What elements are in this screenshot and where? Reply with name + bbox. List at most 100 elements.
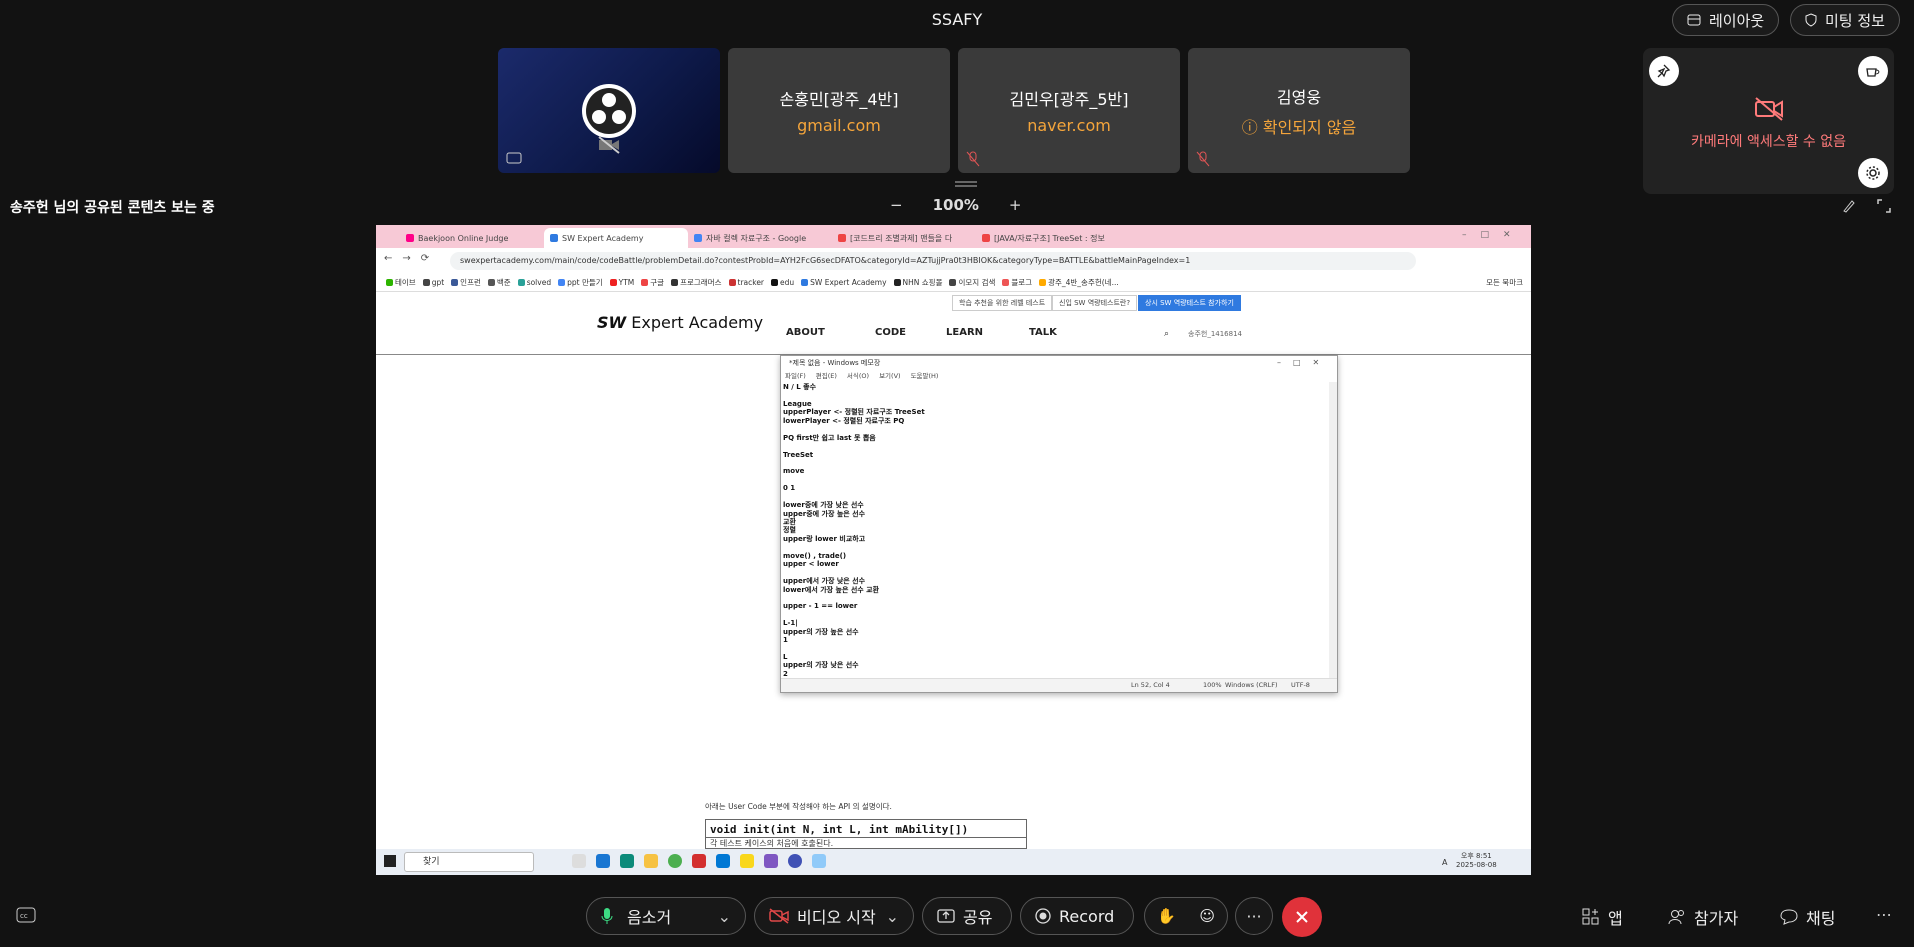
participants-button[interactable]: 참가자 xyxy=(1668,905,1738,929)
chrome-icon[interactable] xyxy=(668,854,682,868)
notepad-window[interactable]: *제목 없음 - Windows 메모장 –□✕ 파일(F) 편집(E) 서식(O)… xyxy=(780,355,1338,693)
pin-button[interactable] xyxy=(1649,56,1679,86)
emoji-icon[interactable]: ☺ xyxy=(1199,907,1215,925)
bookmark-item[interactable]: edu xyxy=(771,278,794,287)
fullscreen-icon[interactable] xyxy=(1877,199,1891,213)
bookmark-item[interactable]: 프로그래머스 xyxy=(671,277,722,288)
notepad-window-controls[interactable]: –□✕ xyxy=(1277,358,1331,367)
api-signature: void init(int N, int L, int mAbility[]) xyxy=(710,823,969,836)
taskbar-search[interactable]: 찾기 xyxy=(404,852,534,872)
share-button[interactable]: 공유 xyxy=(922,897,1012,935)
search-icon[interactable]: ⌕ xyxy=(1164,329,1169,339)
menu-code[interactable]: CODE xyxy=(875,327,906,338)
share-screen-icon xyxy=(506,152,522,164)
notepad-taskbar-icon[interactable] xyxy=(812,854,826,868)
apps-button[interactable]: 앱 xyxy=(1582,905,1623,929)
app-icon[interactable] xyxy=(692,854,706,868)
browser-tab[interactable]: [JAVA/자료구조] TreeSet : 정보 xyxy=(976,228,1120,248)
notepad-line: L xyxy=(783,653,788,661)
bookmark-item[interactable]: gpt xyxy=(422,278,444,287)
settings-button[interactable] xyxy=(1858,158,1888,188)
bookmark-item[interactable]: 백준 xyxy=(487,277,511,288)
taskview-icon[interactable] xyxy=(572,854,586,868)
vscode-icon[interactable] xyxy=(716,854,730,868)
kakaotalk-icon[interactable] xyxy=(740,854,754,868)
notice-level-test[interactable]: 학습 추천을 위한 레벨 테스트 xyxy=(952,295,1053,311)
record-button[interactable]: Record xyxy=(1020,897,1134,935)
zoom-out-button[interactable]: − xyxy=(890,196,903,214)
all-bookmarks-button[interactable]: 모든 북마크 xyxy=(1486,277,1531,288)
bookmark-item[interactable]: NHN 쇼핑몰 xyxy=(893,277,942,288)
taskbar-clock[interactable]: 오후 8:51 2025-08-08 xyxy=(1456,851,1497,869)
bookmark-item[interactable]: SW Expert Academy xyxy=(801,278,887,287)
chevron-down-icon[interactable]: ⌄ xyxy=(886,907,899,926)
chevron-down-icon[interactable]: ⌄ xyxy=(718,907,731,926)
mute-button[interactable]: 음소거 ⌄ xyxy=(586,897,746,935)
notice-join-test[interactable]: 상시 SW 역량테스트 참가하기 xyxy=(1138,295,1241,311)
edge-icon[interactable] xyxy=(596,854,610,868)
start-icon[interactable] xyxy=(384,855,396,867)
notepad-text[interactable]: N / L 좋수 League upperPlayer <- 정렬된 자료구조 Tr… xyxy=(783,382,1323,678)
notepad-menu-item[interactable]: 보기(V) xyxy=(879,370,900,382)
user-name[interactable]: 송주헌_1416814 xyxy=(1188,329,1242,339)
bookmark-item[interactable]: 광주_4반_송주헌(네... xyxy=(1039,277,1119,288)
bookmark-item[interactable]: YTM xyxy=(609,278,634,287)
leave-button[interactable] xyxy=(1282,897,1322,937)
bookmark-item[interactable]: ppt 만들기 xyxy=(558,277,603,288)
video-button[interactable]: 비디오 시작 ⌄ xyxy=(754,897,914,935)
raise-hand-icon[interactable]: ✋ xyxy=(1157,907,1176,925)
more-options-button[interactable]: ··· xyxy=(1235,897,1273,935)
app-icon[interactable] xyxy=(764,854,778,868)
bookmark-item[interactable]: 블로그 xyxy=(1002,277,1032,288)
zoom-in-button[interactable]: + xyxy=(1009,196,1022,214)
swea-logo[interactable]: SW Expert Academy xyxy=(597,313,763,332)
bookmark-item[interactable]: tracker xyxy=(728,278,764,287)
browser-tab-active[interactable]: SW Expert Academy xyxy=(544,228,688,248)
overflow-menu-icon[interactable]: ⋯ xyxy=(1876,905,1892,924)
notepad-line: upper의 가장 높은 선수 xyxy=(783,627,859,636)
participant-tile[interactable]: 김민우[광주_5반] naver.com xyxy=(958,48,1180,173)
notepad-menu-item[interactable]: 편집(E) xyxy=(816,370,837,382)
windows-taskbar: 찾기 A 오후 8:51 2025-08-08 xyxy=(376,849,1531,875)
notepad-line: upper의 가장 낮은 선수 xyxy=(783,661,859,670)
bookmark-item[interactable]: 이모지 검색 xyxy=(949,277,995,288)
explorer-icon[interactable] xyxy=(644,854,658,868)
notepad-menu-item[interactable]: 도움말(H) xyxy=(911,370,939,382)
bookmark-item[interactable]: 테이브 xyxy=(386,277,416,288)
browser-tab[interactable]: 자바 컬렉 자료구조 - Google xyxy=(688,228,832,248)
notepad-line: 2 xyxy=(783,669,788,678)
browser-tab[interactable]: Baekjoon Online Judge xyxy=(400,228,544,248)
captions-icon[interactable]: cc xyxy=(16,907,36,923)
bookmark-item[interactable]: 인프런 xyxy=(451,277,481,288)
share-label: 공유 xyxy=(963,908,993,927)
bookmark-item[interactable]: 구글 xyxy=(641,277,664,288)
app-icon[interactable] xyxy=(788,854,802,868)
participant-tile[interactable]: 손홍민[광주_4반] gmail.com xyxy=(728,48,950,173)
edge-new-icon[interactable] xyxy=(620,854,634,868)
url-bar[interactable]: swexpertacademy.com/main/code/codeBattle… xyxy=(450,252,1416,270)
participant-tile[interactable]: 김영웅 ⓘ 확인되지 않음 xyxy=(1188,48,1410,173)
chat-button[interactable]: 채팅 xyxy=(1780,905,1835,929)
camera-off-icon xyxy=(1755,97,1783,121)
layout-button[interactable]: 레이아웃 xyxy=(1672,4,1780,36)
resize-handle[interactable] xyxy=(955,181,977,187)
coffee-button[interactable] xyxy=(1858,56,1888,86)
menu-talk[interactable]: TALK xyxy=(1029,327,1057,338)
menu-about[interactable]: ABOUT xyxy=(786,327,825,338)
notepad-menu-item[interactable]: 파일(F) xyxy=(785,370,806,382)
notepad-scrollbar[interactable] xyxy=(1329,382,1337,678)
annotate-icon[interactable] xyxy=(1842,199,1856,213)
notice-new-test[interactable]: 신입 SW 역량테스트란? xyxy=(1052,295,1138,311)
ime-indicator[interactable]: A xyxy=(1442,858,1447,867)
nav-buttons[interactable]: ←→⟳ xyxy=(384,253,439,264)
participant-name: 김민우[광주_5반] xyxy=(1009,90,1129,109)
meeting-info-button[interactable]: 미팅 정보 xyxy=(1790,4,1900,36)
bookmark-item[interactable]: solved xyxy=(517,278,551,287)
browser-tab[interactable]: [코드트리 조별과제] 맨들을 다 xyxy=(832,228,976,248)
tab-label: SW Expert Academy xyxy=(562,233,644,243)
window-controls[interactable]: –□✕ xyxy=(1462,230,1525,240)
participant-tile-obs[interactable] xyxy=(498,48,720,173)
bookmark-favicon-icon xyxy=(1002,279,1010,286)
menu-learn[interactable]: LEARN xyxy=(946,327,983,338)
notepad-menu-item[interactable]: 서식(O) xyxy=(847,370,869,382)
